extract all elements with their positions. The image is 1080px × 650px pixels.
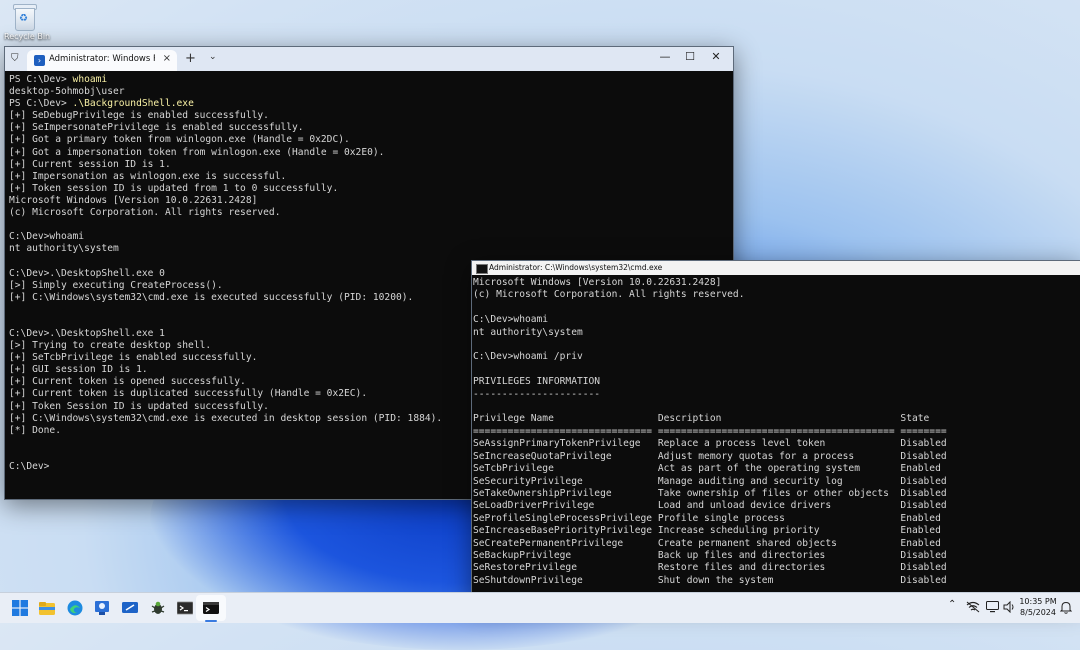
console-icon[interactable]	[176, 600, 194, 616]
remote-desktop-icon[interactable]	[122, 600, 138, 616]
command-output: desktop-5ohmobj\user	[9, 86, 125, 98]
edge-browser-icon[interactable]	[67, 600, 83, 616]
system-clock[interactable]: 10:35 PM 8/5/2024	[1018, 596, 1058, 618]
cmd-window[interactable]: Administrator: C:\Windows\system32\cmd.e…	[471, 260, 1080, 602]
tab-powershell[interactable]: › Administrator: Windows PowerShell ×	[27, 50, 177, 71]
network-offline-icon[interactable]	[966, 601, 980, 616]
bug-debugger-icon[interactable]	[150, 600, 166, 616]
terminal-tab-bar: ⛉ › Administrator: Windows PowerShell × …	[5, 47, 733, 71]
ps-command: whoami	[72, 74, 108, 85]
new-tab-button[interactable]: +	[185, 51, 196, 66]
command-output: [+] SeDebugPrivilege is enabled successf…	[9, 110, 443, 472]
ps-prompt: PS C:\Dev>	[9, 74, 73, 85]
clock-date: 8/5/2024	[1020, 608, 1056, 617]
volume-icon[interactable]	[1003, 600, 1016, 616]
display-icon[interactable]	[986, 601, 999, 616]
minimize-button[interactable]: —	[657, 50, 673, 63]
powershell-icon: ›	[34, 55, 45, 66]
terminal-icon[interactable]	[203, 600, 219, 616]
ps-command: .\BackgroundShell.exe	[72, 98, 194, 110]
close-button[interactable]: ✕	[708, 50, 724, 63]
prompt-line: PS C:\Dev> whoami	[9, 74, 107, 85]
recycle-bin-label: Recycle Bin	[4, 32, 51, 41]
magnifier-app-icon[interactable]	[94, 600, 110, 616]
file-explorer-icon[interactable]	[39, 600, 55, 616]
cmd-output[interactable]: Microsoft Windows [Version 10.0.22631.24…	[473, 277, 1080, 601]
taskbar: ⌃ 10:35 PM 8/5/2024	[0, 592, 1080, 623]
cmd-window-title: Administrator: C:\Windows\system32\cmd.e…	[489, 263, 663, 272]
tab-dropdown-icon[interactable]: ⌄	[209, 52, 217, 62]
recycle-bin-shortcut[interactable]: ♻ Recycle Bin	[4, 4, 51, 41]
recycle-bin-icon: ♻	[12, 4, 37, 31]
windows-start-icon[interactable]	[12, 600, 28, 616]
cmd-title-bar[interactable]: Administrator: C:\Windows\system32\cmd.e…	[472, 261, 1080, 275]
maximize-button[interactable]: ☐	[682, 50, 698, 63]
tab-close-icon[interactable]: ×	[163, 53, 171, 64]
notification-bell-icon[interactable]	[1059, 601, 1073, 617]
cmd-icon	[476, 264, 488, 274]
ps-prompt: PS C:\Dev>	[9, 98, 73, 110]
prompt-line: PS C:\Dev> .\BackgroundShell.exe	[9, 98, 194, 109]
shield-icon: ⛉	[11, 53, 19, 64]
chevron-up-icon[interactable]: ⌃	[948, 599, 956, 610]
clock-time: 10:35 PM	[1019, 597, 1057, 606]
tab-title: Administrator: Windows PowerShell	[49, 54, 155, 64]
